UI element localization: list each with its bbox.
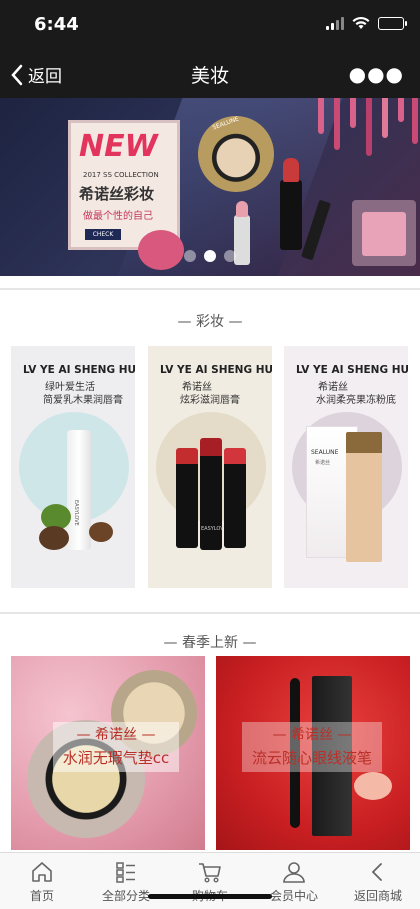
- foundation-bottle-image: [346, 432, 382, 562]
- lipbalm-image: EASYLOVE: [67, 430, 91, 550]
- bottom-tab-bar: 首页 全部分类 购物车 会员中心 返回商城: [0, 852, 420, 909]
- lipstick-drip: [334, 98, 340, 150]
- product-card-heading: LV YE AI SHENG HUO: [296, 364, 408, 376]
- shea-nut-image: [89, 522, 113, 542]
- tab-back-to-mall[interactable]: 返回商城: [336, 853, 420, 909]
- status-icons: [326, 16, 407, 30]
- banner-new-label: NEW: [79, 129, 158, 164]
- more-icon[interactable]: ●●●: [349, 62, 404, 86]
- new-arrival-eyeliner[interactable]: — 希诺丝 — 流云随心眼线液笔: [216, 656, 410, 850]
- palette-pan: [362, 212, 406, 256]
- lipstick-image: [234, 201, 250, 265]
- product-card-name: 炫彩滋润唇膏: [180, 395, 240, 406]
- status-bar: 6:44: [0, 0, 420, 50]
- wifi-icon: [352, 16, 370, 29]
- tab-home[interactable]: 首页: [0, 853, 84, 909]
- lipstick-drip: [318, 98, 324, 134]
- home-indicator: [148, 894, 272, 899]
- cushion-compact-image: SEALUNE: [198, 116, 274, 192]
- home-icon: [32, 862, 52, 882]
- tab-all-categories[interactable]: 全部分类: [84, 853, 168, 909]
- new-arrival-caption: — 希诺丝 — 流云随心眼线液笔: [242, 722, 382, 772]
- cellular-signal-icon: [326, 16, 344, 30]
- battery-icon: [378, 16, 407, 30]
- flower-image: [354, 772, 392, 800]
- carousel-dot[interactable]: [204, 250, 216, 262]
- tab-member-center[interactable]: 会员中心: [252, 853, 336, 909]
- foundation-box-sub: 希诺丝: [315, 460, 331, 466]
- section-title-spring-new: — 春季上新 —: [163, 635, 257, 651]
- lipstick-drip: [398, 98, 404, 122]
- foundation-box-brand: SEALUNE: [311, 449, 339, 456]
- new-arrival-brand: — 希诺丝 —: [76, 727, 156, 743]
- product-card-heading: LV YE AI SHENG HUO: [160, 364, 272, 376]
- lipstick-print: EASYLOVE: [201, 526, 227, 532]
- shea-nut-image: [39, 526, 69, 550]
- user-icon: [283, 862, 305, 883]
- carousel-dot[interactable]: [184, 250, 196, 262]
- banner-collection: 2017 SS COLLECTION: [83, 171, 159, 179]
- blush-image: [138, 230, 184, 270]
- product-card-foundation[interactable]: LV YE AI SHENG HUO 希诺丝 水润柔亮果冻粉底 SEALUNE …: [284, 346, 408, 588]
- category-icon: [116, 862, 135, 883]
- lipstick-drip: [412, 98, 418, 144]
- tab-cart[interactable]: 购物车: [168, 853, 252, 909]
- cart-icon: [199, 863, 221, 883]
- carousel-dots: [184, 250, 236, 262]
- lipstick-drip: [382, 98, 388, 138]
- product-card-name: 简爱乳木果润唇膏: [43, 395, 123, 406]
- lipstick-image: [224, 448, 246, 548]
- back-icon: [371, 863, 382, 881]
- product-card-lipbalm[interactable]: LV YE AI SHENG HUO 绿叶爱生活 简爱乳木果润唇膏 EASYLO…: [11, 346, 135, 588]
- section-divider: [0, 612, 420, 614]
- lipstick-image: [176, 448, 198, 548]
- status-time: 6:44: [34, 14, 79, 35]
- new-arrival-name: 流云随心眼线液笔: [251, 749, 372, 767]
- lipstick-image: [280, 158, 302, 250]
- section-divider: [0, 288, 420, 290]
- new-arrival-cushion[interactable]: — 希诺丝 — 水润无瑕气垫cc: [11, 656, 205, 850]
- product-card-lipstick[interactable]: LV YE AI SHENG HUO 希诺丝 炫彩滋润唇膏 EASYLOVE: [148, 346, 272, 588]
- new-arrival-name: 水润无瑕气垫cc: [62, 749, 170, 767]
- tab-home-label: 首页: [29, 889, 54, 903]
- lipstick-image: EASYLOVE: [200, 438, 227, 550]
- lipbalm-print: EASYLOVE: [73, 500, 79, 526]
- new-arrival-brand: — 希诺丝 —: [272, 727, 352, 743]
- banner-check-button[interactable]: CHECK: [85, 229, 121, 240]
- new-arrival-caption: — 希诺丝 — 水润无瑕气垫cc: [53, 722, 179, 772]
- section-title-makeup: — 彩妆 —: [177, 314, 243, 330]
- product-card-heading: LV YE AI SHENG HUO: [23, 364, 135, 376]
- tab-back-label: 返回商城: [353, 889, 402, 903]
- lipstick-drip: [350, 98, 356, 128]
- banner-brand: 希诺丝彩妆: [79, 185, 155, 203]
- navigation-bar: 返回 美妆 ●●●: [0, 50, 420, 98]
- lipstick-drip: [366, 98, 372, 156]
- banner-slogan: 做最个性的自己: [83, 211, 153, 222]
- product-card-name: 水润柔亮果冻粉底: [316, 395, 396, 406]
- carousel-dot[interactable]: [224, 250, 236, 262]
